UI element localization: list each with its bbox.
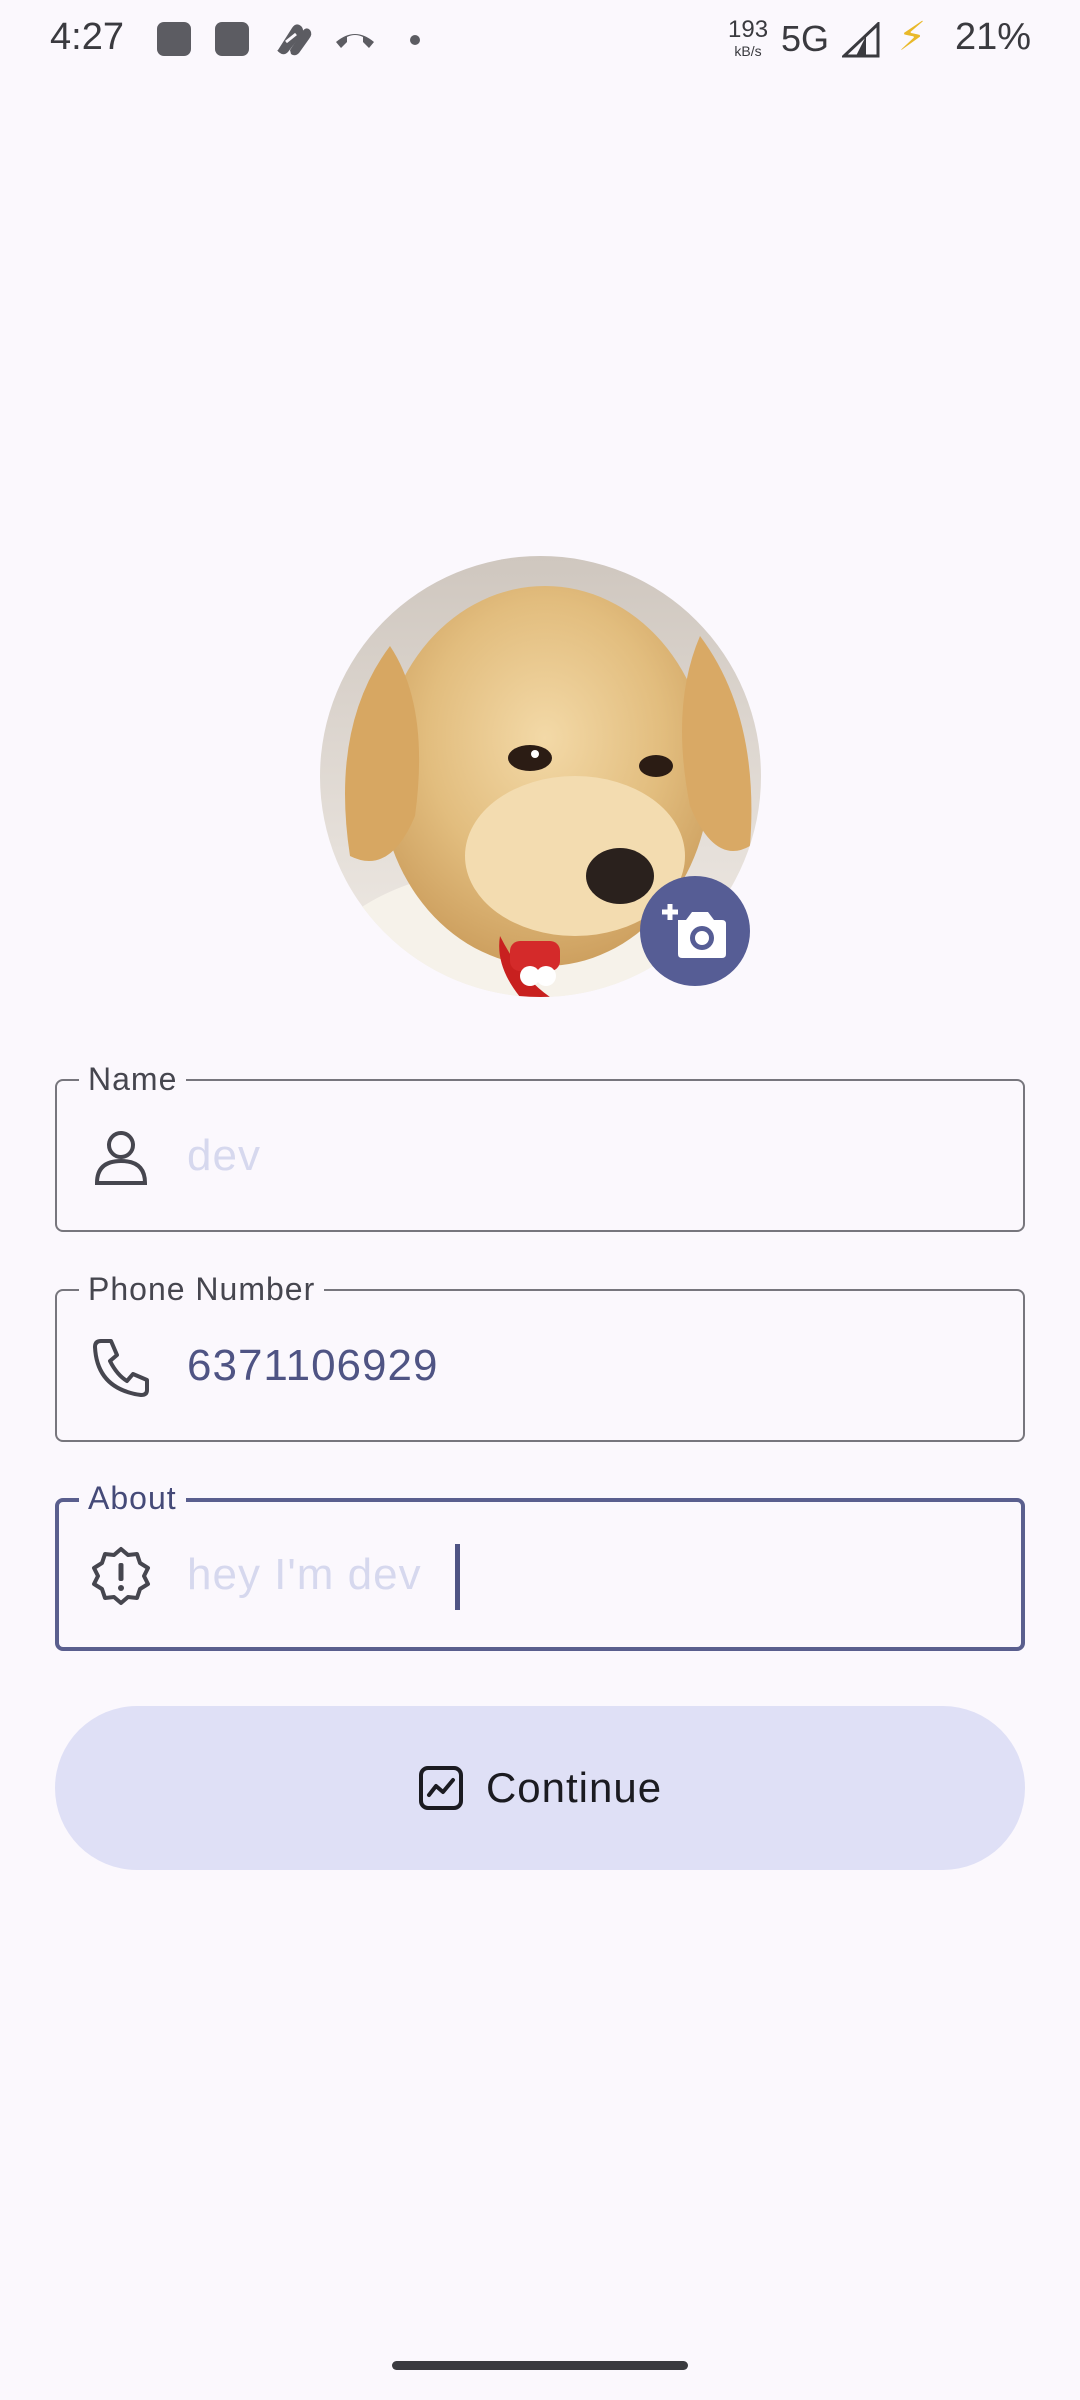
- app-square-icon: [157, 22, 191, 56]
- phone-icon: [93, 1339, 149, 1397]
- battery-percent: 21%: [955, 16, 1032, 58]
- profile-avatar-container: [320, 556, 761, 997]
- phone-field[interactable]: Phone Number: [55, 1269, 1025, 1442]
- speed-unit: kB/s: [734, 43, 762, 59]
- network-speed: 193 kB/s: [728, 16, 769, 59]
- link-icon: [277, 24, 312, 56]
- home-indicator[interactable]: [392, 2361, 688, 2370]
- person-icon: [94, 1131, 148, 1185]
- about-field-label: About: [79, 1478, 186, 1518]
- alert-badge-icon: [92, 1547, 150, 1605]
- charging-bolt-icon: ⚡: [898, 15, 927, 59]
- signal-icon: [842, 22, 880, 58]
- text-cursor: [455, 1544, 460, 1610]
- phone-input[interactable]: [187, 1291, 1003, 1440]
- app-square-icon: [215, 22, 249, 56]
- chart-icon: [418, 1766, 463, 1810]
- speed-value: 193: [728, 16, 769, 43]
- add-photo-button[interactable]: [640, 876, 750, 986]
- more-dot-icon: [410, 35, 420, 45]
- about-input[interactable]: [187, 1502, 1001, 1647]
- name-input[interactable]: [187, 1081, 1003, 1230]
- add-photo-camera-icon: [662, 904, 726, 958]
- status-time: 4:27: [50, 16, 124, 58]
- continue-button[interactable]: Continue: [55, 1706, 1025, 1870]
- about-field[interactable]: About: [55, 1478, 1025, 1651]
- network-type: 5G: [781, 18, 830, 59]
- missed-call-icon: [336, 34, 374, 48]
- status-bar: 4:27 193 kB/s 5G ⚡ 21%: [0, 0, 1080, 80]
- continue-button-label: Continue: [485, 1764, 663, 1811]
- setup-profile-screen: 4:27 193 kB/s 5G ⚡ 21% Name dev Phone Nu…: [0, 0, 1080, 2400]
- name-field-label: Name: [79, 1059, 187, 1099]
- name-field[interactable]: Name: [55, 1059, 1025, 1232]
